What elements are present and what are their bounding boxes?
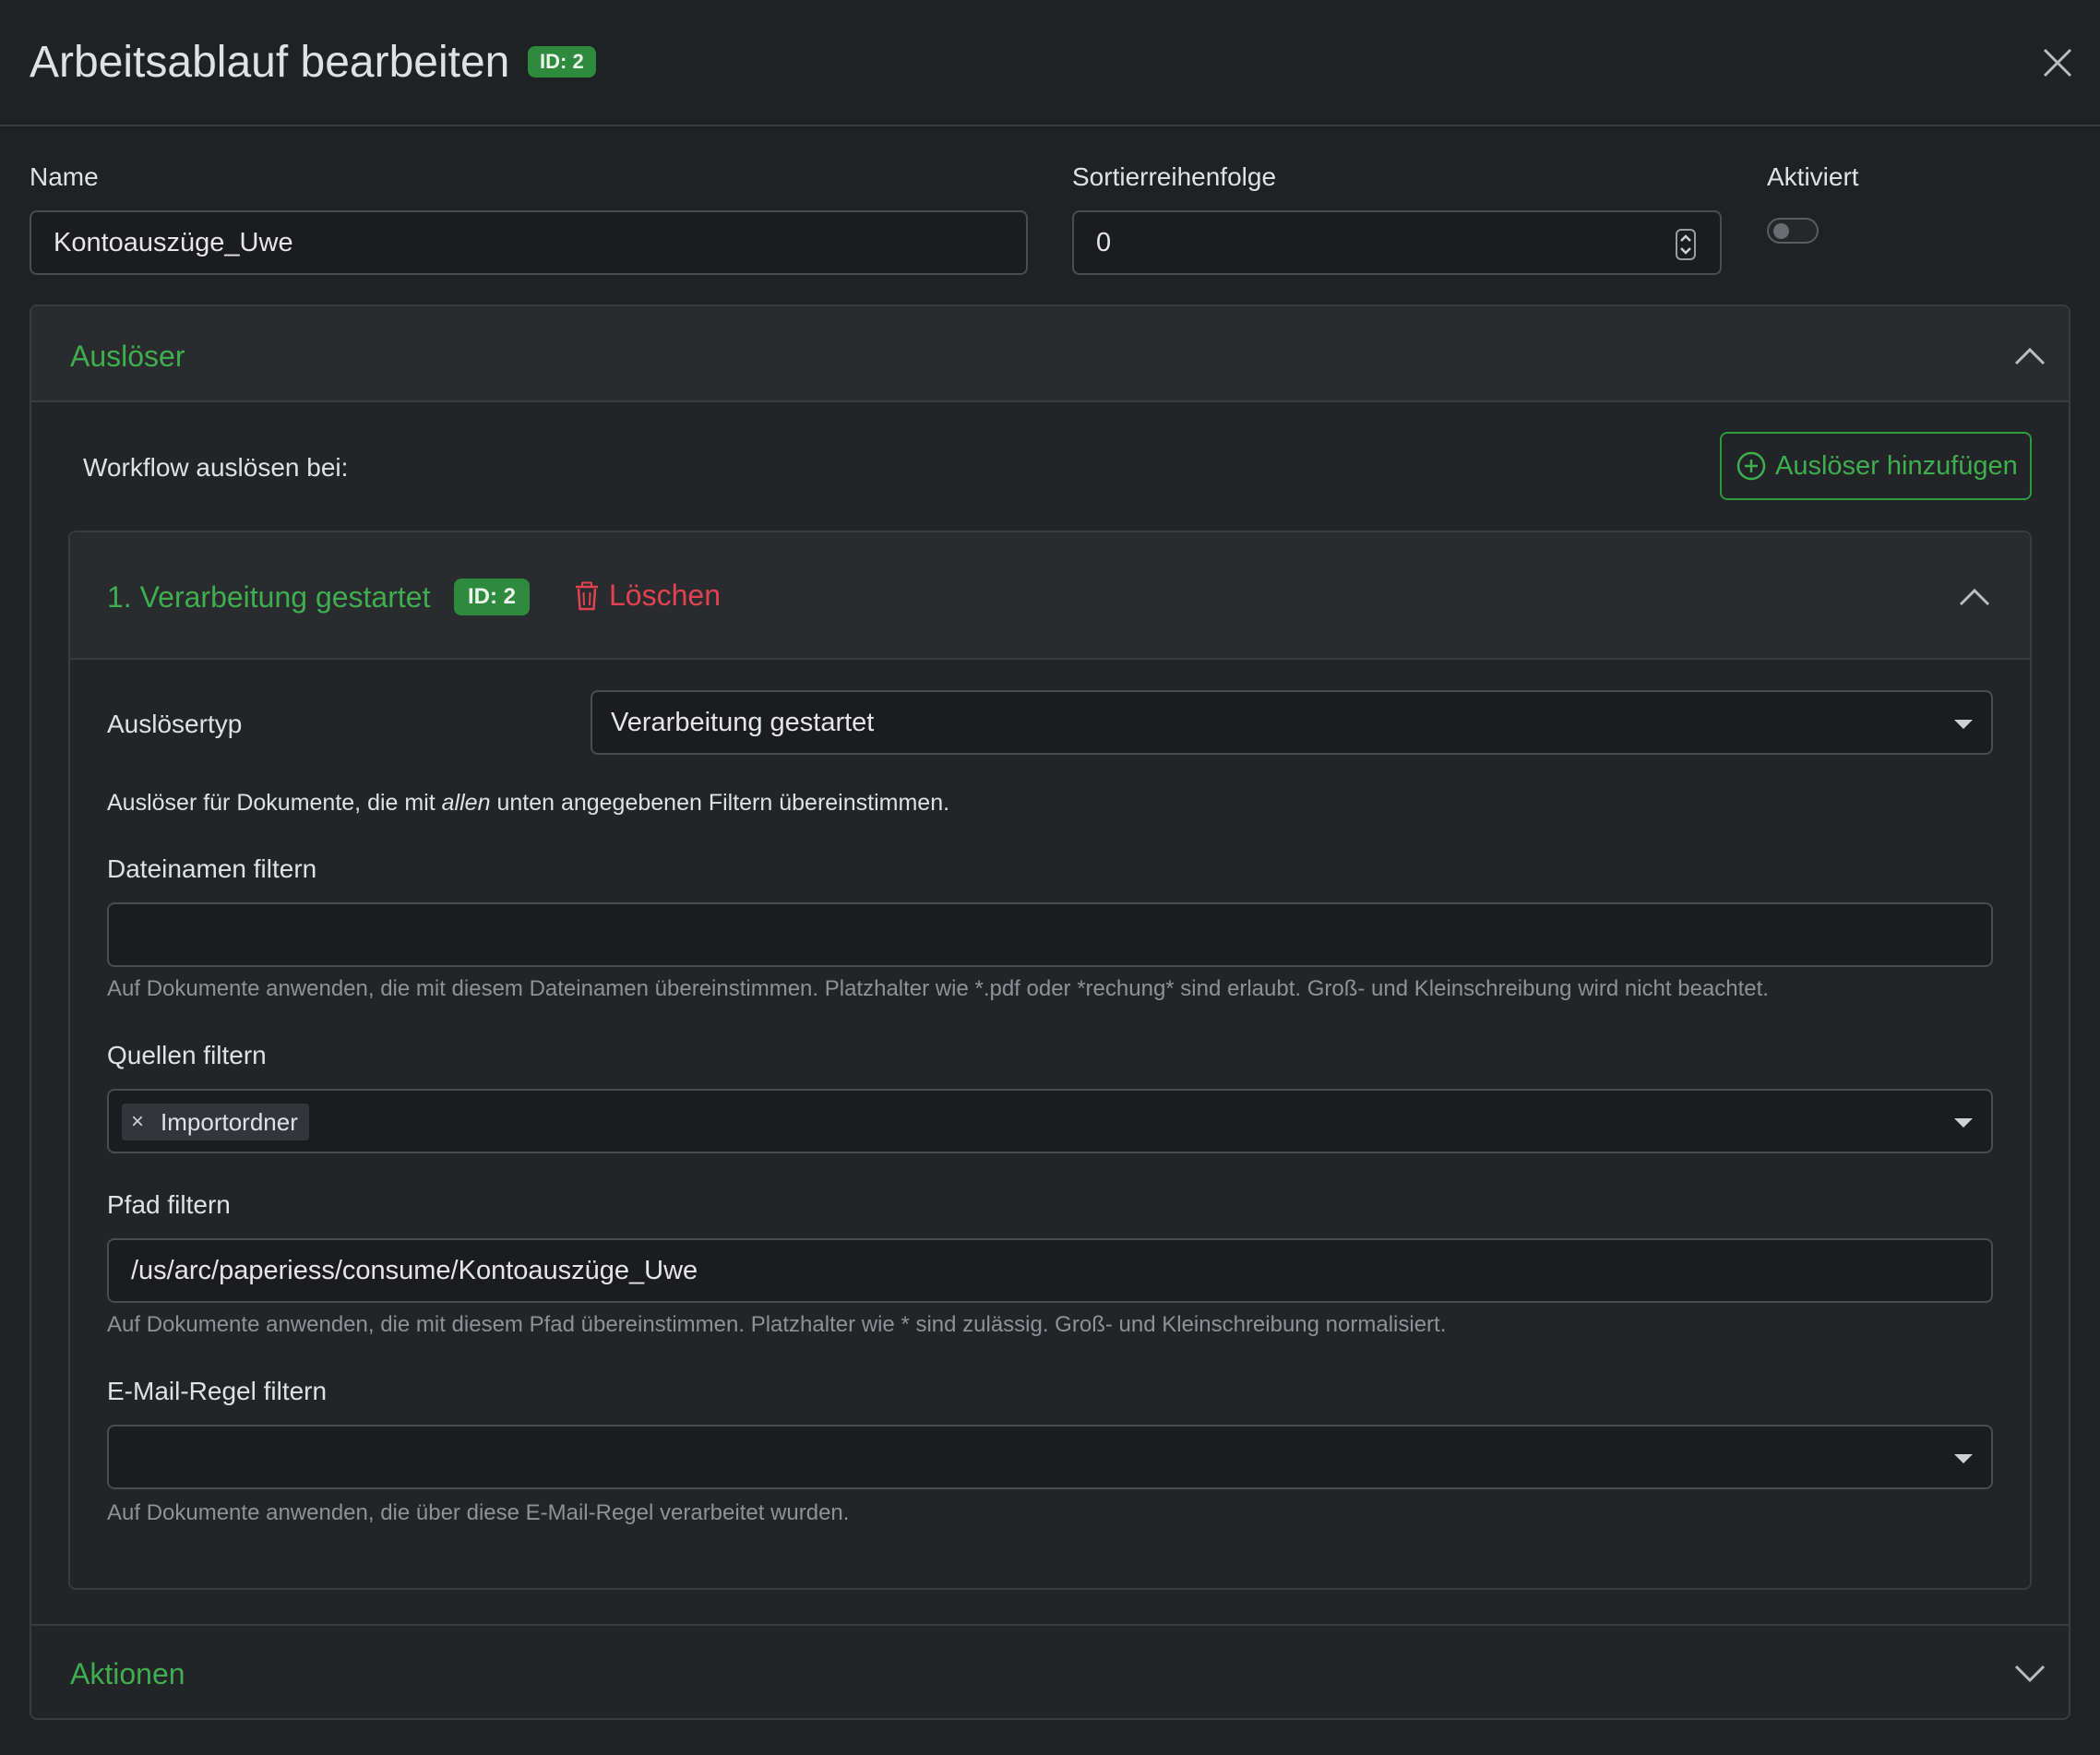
name-input-value: Kontoauszüge_Uwe <box>54 227 293 257</box>
workflow-trigger-label: Workflow auslösen bei: <box>83 453 349 482</box>
trigger-item-header[interactable]: 1. Verarbeitung gestartet ID: 2 Löschen <box>70 532 2030 660</box>
name-input[interactable]: Kontoauszüge_Uwe <box>30 210 1028 275</box>
delete-trigger-label: Löschen <box>609 579 721 612</box>
triggers-section-title: Auslöser <box>70 340 185 373</box>
close-icon <box>2043 48 2072 78</box>
caret-down-icon <box>1954 720 1973 729</box>
trigger-type-select[interactable]: Verarbeitung gestartet <box>591 690 1993 755</box>
enabled-toggle[interactable] <box>1767 218 1819 244</box>
chevron-down-icon[interactable] <box>2013 1663 2046 1685</box>
trigger-item-title: 1. Verarbeitung gestartet <box>107 580 431 614</box>
path-filter-value: /us/arc/paperiess/consume/Kontoauszüge_U… <box>131 1255 698 1285</box>
mailrule-filter-select[interactable] <box>107 1425 1993 1489</box>
description-suffix: unten angegebenen Filtern übereinstimmen… <box>496 790 950 816</box>
name-label: Name <box>30 162 99 191</box>
dialog-title: Arbeitsablauf bearbeiten <box>30 38 510 87</box>
trigger-id-badge: ID: 2 <box>454 579 531 615</box>
source-tag: × Importordner <box>122 1104 309 1140</box>
filename-filter-label: Dateinamen filtern <box>107 854 317 883</box>
actions-section-title: Aktionen <box>70 1657 185 1690</box>
delete-trigger-button[interactable]: Löschen <box>574 579 721 613</box>
workflow-id-badge: ID: 2 <box>528 46 596 78</box>
plus-circle-icon <box>1736 451 1766 481</box>
trigger-description: Auslöser für Dokumente, die mit allen un… <box>107 790 949 817</box>
add-trigger-label: Auslöser hinzufügen <box>1775 450 2018 481</box>
sources-filter-label: Quellen filtern <box>107 1041 267 1069</box>
caret-down-icon <box>1954 1118 1973 1128</box>
description-prefix: Auslöser für Dokumente, die mit <box>107 790 436 816</box>
sort-order-input[interactable]: 0 <box>1072 210 1722 275</box>
remove-tag-icon[interactable]: × <box>131 1109 144 1135</box>
path-filter-help: Auf Dokumente anwenden, die mit diesem P… <box>107 1312 1447 1337</box>
source-tag-label: Importordner <box>161 1107 298 1136</box>
trigger-type-label: Auslösertyp <box>107 710 243 738</box>
trigger-type-value: Verarbeitung gestartet <box>611 707 875 737</box>
add-trigger-button[interactable]: Auslöser hinzufügen <box>1720 432 2032 500</box>
enabled-label: Aktiviert <box>1767 162 1859 191</box>
toggle-knob <box>1773 223 1789 239</box>
workflow-edit-dialog: Arbeitsablauf bearbeiten ID: 2 Name Kont… <box>0 0 2100 1755</box>
trash-icon <box>576 581 598 610</box>
actions-section-header[interactable]: Aktionen <box>31 1624 2069 1718</box>
filename-filter-help: Auf Dokumente anwenden, die mit diesem D… <box>107 976 1769 1001</box>
dialog-header: Arbeitsablauf bearbeiten ID: 2 <box>0 0 2100 126</box>
sort-order-value: 0 <box>1096 227 1112 257</box>
chevron-up-icon[interactable] <box>1958 586 1991 608</box>
number-spinner-icon[interactable] <box>1676 229 1696 260</box>
close-button[interactable] <box>2035 41 2080 85</box>
sort-order-label: Sortierreihenfolge <box>1072 162 1277 191</box>
filename-filter-input[interactable] <box>107 902 1993 967</box>
caret-down-icon <box>1954 1454 1973 1463</box>
chevron-up-icon[interactable] <box>2013 345 2046 367</box>
mailrule-filter-label: E-Mail-Regel filtern <box>107 1377 328 1405</box>
path-filter-input[interactable]: /us/arc/paperiess/consume/Kontoauszüge_U… <box>107 1238 1993 1303</box>
mailrule-filter-help: Auf Dokumente anwenden, die über diese E… <box>107 1500 850 1525</box>
description-emphasis: allen <box>441 790 491 816</box>
sources-filter-select[interactable]: × Importordner <box>107 1089 1993 1153</box>
path-filter-label: Pfad filtern <box>107 1190 231 1219</box>
triggers-section-header[interactable]: Auslöser <box>31 306 2069 402</box>
